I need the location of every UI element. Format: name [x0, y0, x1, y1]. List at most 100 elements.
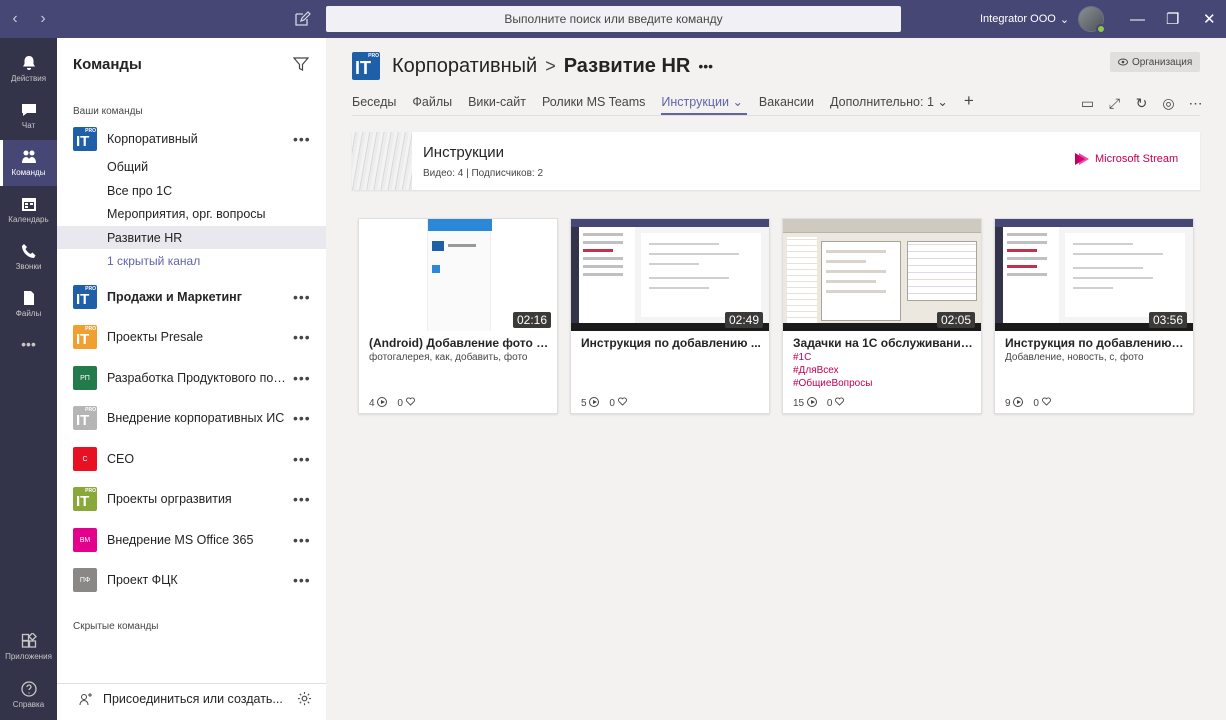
gear-icon[interactable] [297, 691, 312, 706]
channel-item[interactable]: Общий [57, 155, 326, 178]
rail-activity[interactable]: Действия [0, 46, 57, 92]
team-office365[interactable]: ВМ Внедрение MS Office 365 ••• [57, 526, 326, 554]
more-options-icon[interactable]: ••• [293, 289, 311, 305]
teams-icon [21, 150, 36, 163]
avatar[interactable] [1078, 6, 1106, 34]
rail-calendar[interactable]: Календарь [0, 187, 57, 233]
account-name: Integrator OOO [980, 13, 1056, 25]
video-hashtag[interactable]: #1С [793, 351, 973, 364]
account-switcher[interactable]: Integrator OOO ⌄ [980, 0, 1069, 38]
globe-icon[interactable]: ◎ [1161, 95, 1176, 112]
video-hashtag[interactable]: #ОбщиеВопросы [793, 377, 973, 390]
help-icon [20, 681, 37, 697]
team-razrabotka[interactable]: РП Разработка Продуктового пор... ••• [57, 364, 326, 392]
video-thumbnail: 02:05 [783, 219, 981, 331]
microsoft-stream-link[interactable]: Microsoft Stream [1074, 152, 1178, 166]
team-presale[interactable]: PRO IT Проекты Presale ••• [57, 323, 326, 351]
team-korporativny[interactable]: PRO IT Корпоративный ••• [57, 125, 326, 153]
forward-arrow-icon[interactable]: › [36, 10, 50, 28]
tab-besedy[interactable]: Беседы [352, 92, 396, 114]
video-card[interactable]: 02:16 (Android) Добавление фото в ... фо… [358, 218, 558, 414]
team-name: Продажи и Маркетинг [107, 290, 242, 304]
close-button[interactable]: ✕ [1203, 0, 1216, 38]
team-logo-it: PRO IT [73, 487, 97, 511]
title-bar: ‹ › Выполните поиск или введите команду … [0, 0, 1226, 38]
more-options-icon[interactable]: ••• [293, 451, 311, 467]
team-logo-initials: ВМ [73, 528, 97, 552]
files-icon [23, 291, 34, 305]
minimize-button[interactable]: — [1130, 0, 1145, 38]
team-prodazhi[interactable]: PRO IT Продажи и Маркетинг ••• [57, 283, 326, 311]
team-orgrazvitie[interactable]: PRO IT Проекты оргразвития ••• [57, 485, 326, 513]
chevron-down-icon: ⌄ [732, 95, 743, 109]
rail-help[interactable]: Справка [0, 672, 57, 718]
expand-icon[interactable]: ⤢ [1107, 95, 1122, 112]
back-arrow-icon[interactable]: ‹ [8, 10, 22, 28]
tab-vakansii[interactable]: Вакансии [759, 92, 814, 114]
rail-teams[interactable]: Команды [0, 140, 57, 186]
conversation-icon[interactable]: ▭ [1080, 95, 1095, 112]
hidden-channels-link[interactable]: 1 скрытый канал [57, 249, 326, 272]
more-options-icon[interactable]: ••• [293, 410, 311, 426]
page-title: Развитие HR [563, 54, 691, 77]
team-vnedrenie-is[interactable]: PRO IT Внедрение корпоративных ИС ••• [57, 404, 326, 432]
tab-wiki[interactable]: Вики-сайт [468, 92, 526, 114]
more-options-icon[interactable]: ••• [293, 572, 311, 588]
video-stats: 4 0 [369, 397, 415, 409]
breadcrumb-team[interactable]: Корпоративный [392, 55, 537, 78]
more-options-icon[interactable]: ••• [293, 131, 311, 147]
join-or-create[interactable]: Присоединиться или создать... [57, 683, 326, 711]
compose-icon[interactable] [293, 10, 311, 28]
rail-chat[interactable]: Чат [0, 93, 57, 139]
more-icon: ••• [21, 336, 36, 352]
more-options-icon[interactable]: ••• [698, 58, 713, 74]
tab-roliki[interactable]: Ролики MS Teams [542, 92, 645, 114]
video-title[interactable]: Инструкция по добавлению н... [1005, 336, 1185, 350]
video-thumbnail: 03:56 [995, 219, 1193, 331]
filter-icon[interactable] [293, 56, 309, 72]
team-name: Проекты оргразвития [107, 492, 232, 506]
more-options-icon[interactable]: ••• [293, 370, 311, 386]
rail-apps[interactable]: Приложения [0, 624, 57, 670]
channel-tabs: Беседы Файлы Вики-сайт Ролики MS Teams И… [352, 92, 990, 116]
team-logo-it: PRO IT [73, 325, 97, 349]
your-teams-label: Ваши команды [73, 106, 143, 117]
team-logo-initials: C [73, 447, 97, 471]
team-fck[interactable]: ПФ Проект ФЦК ••• [57, 566, 326, 594]
hidden-teams-label[interactable]: Скрытые команды [73, 621, 158, 632]
more-options-icon[interactable]: ••• [293, 491, 311, 507]
team-ceo[interactable]: C CEO ••• [57, 445, 326, 473]
heart-icon[interactable] [1041, 397, 1051, 406]
channel-item[interactable]: Все про 1С [57, 179, 326, 202]
heart-icon[interactable] [617, 397, 627, 406]
rail-more[interactable]: ••• [0, 321, 57, 367]
join-label: Присоединиться или создать... [103, 692, 283, 706]
reload-icon[interactable]: ↻ [1134, 95, 1149, 112]
tab-faily[interactable]: Файлы [412, 92, 452, 114]
video-title[interactable]: (Android) Добавление фото в ... [369, 336, 549, 350]
rail-calls[interactable]: Звонки [0, 234, 57, 280]
tab-more[interactable]: Дополнительно: 1 ⌄ [830, 92, 948, 114]
panel-title: Команды [73, 56, 142, 73]
video-tags: фотогалерея, как, добавить, фото [369, 352, 528, 363]
more-options-icon[interactable]: ⋯ [1188, 95, 1203, 112]
video-card[interactable]: 02:49 Инструкция по добавлению ... 5 0 [570, 218, 770, 414]
tab-instrukcii[interactable]: Инструкции ⌄ [661, 92, 747, 116]
video-hashtag[interactable]: #ДляВсех [793, 364, 973, 377]
video-title[interactable]: Задачки на 1С обслуживание ... [793, 336, 973, 350]
add-tab-button[interactable]: + [964, 92, 974, 114]
search-input[interactable]: Выполните поиск или введите команду [326, 6, 901, 32]
video-card[interactable]: 03:56 Инструкция по добавлению н... Доба… [994, 218, 1194, 414]
channel-item[interactable]: Мероприятия, орг. вопросы [57, 202, 326, 225]
play-icon [589, 397, 600, 407]
likes-count: 0 [609, 398, 615, 409]
more-options-icon[interactable]: ••• [293, 532, 311, 548]
video-card[interactable]: 02:05 Задачки на 1С обслуживание ... #1С… [782, 218, 982, 414]
heart-icon[interactable] [405, 397, 415, 406]
video-title[interactable]: Инструкция по добавлению ... [581, 336, 761, 350]
channel-item-active[interactable]: Развитие HR [57, 226, 326, 249]
more-options-icon[interactable]: ••• [293, 329, 311, 345]
maximize-button[interactable]: ❐ [1166, 0, 1179, 38]
heart-icon[interactable] [835, 397, 845, 406]
org-badge[interactable]: Организация [1110, 52, 1201, 72]
